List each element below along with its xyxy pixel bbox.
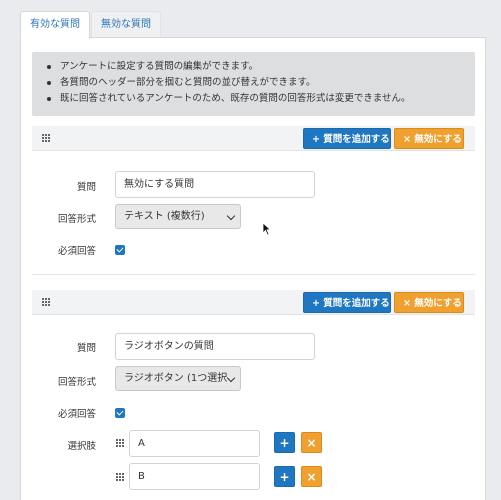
question-label: 質問 <box>76 182 96 193</box>
chevron-down-icon <box>226 373 236 383</box>
info-notice: アンケートに設定する質問の編集ができます。 各質問のヘッダー部分を掴むと質問の並… <box>32 52 475 116</box>
choice-drag-icon[interactable] <box>116 439 125 448</box>
remove-choice-button[interactable]: × <box>301 432 322 453</box>
question-text-input[interactable]: 無効にする質問 <box>115 171 315 198</box>
answer-type-select[interactable]: ラジオボタン (1つ選択 <box>115 366 241 391</box>
remove-choice-button[interactable]: × <box>301 466 322 487</box>
choices-label: 選択肢 <box>67 441 96 452</box>
disable-question-button[interactable]: × 無効にする <box>394 292 464 313</box>
plus-icon: + <box>312 134 320 145</box>
add-choice-button[interactable]: + <box>274 432 295 453</box>
question-label: 質問 <box>76 343 96 354</box>
times-icon: × <box>403 298 411 309</box>
questions-panel: アンケートに設定する質問の編集ができます。 各質問のヘッダー部分を掴むと質問の並… <box>20 37 486 500</box>
required-checkbox[interactable] <box>115 245 125 255</box>
required-checkbox[interactable] <box>115 408 125 418</box>
plus-icon: + <box>279 436 290 450</box>
mouse-cursor-icon <box>262 222 272 236</box>
divider <box>32 274 475 275</box>
answer-type-select[interactable]: テキスト (複数行) <box>115 204 241 229</box>
question-header-drag-handle[interactable]: + 質問を追加する × 無効にする <box>32 290 475 315</box>
times-icon: × <box>306 436 317 450</box>
add-question-button[interactable]: + 質問を追加する <box>303 292 391 313</box>
notice-item: アンケートに設定する質問の編集ができます。 <box>47 59 475 75</box>
answer-type-label: 回答形式 <box>57 214 96 225</box>
notice-item: 既に回答されているアンケートのため、既存の質問の回答形式は変更できません。 <box>47 91 475 107</box>
choice-input[interactable]: A <box>129 430 260 457</box>
tab-inactive-questions[interactable]: 無効な質問 <box>91 11 161 38</box>
choice-drag-icon[interactable] <box>116 473 125 482</box>
plus-icon: + <box>312 298 320 309</box>
drag-grip-icon <box>42 134 51 143</box>
question-header-drag-handle[interactable]: + 質問を追加する × 無効にする <box>32 126 475 151</box>
plus-icon: + <box>279 470 290 484</box>
choice-input[interactable]: B <box>129 463 260 490</box>
disable-question-button[interactable]: × 無効にする <box>394 128 464 149</box>
required-label: 必須回答 <box>57 246 96 257</box>
tab-active-questions[interactable]: 有効な質問 <box>20 11 90 39</box>
add-choice-button[interactable]: + <box>274 466 295 487</box>
answer-type-label: 回答形式 <box>57 377 96 388</box>
drag-grip-icon <box>42 298 51 307</box>
chevron-down-icon <box>226 211 236 221</box>
times-icon: × <box>306 470 317 484</box>
question-tabs: 有効な質問 無効な質問 <box>20 11 161 39</box>
times-icon: × <box>403 134 411 145</box>
notice-item: 各質問のヘッダー部分を掴むと質問の並び替えができます。 <box>47 75 475 91</box>
question-text-input[interactable]: ラジオボタンの質問 <box>115 333 315 360</box>
add-question-button[interactable]: + 質問を追加する <box>303 128 391 149</box>
required-label: 必須回答 <box>57 409 96 420</box>
